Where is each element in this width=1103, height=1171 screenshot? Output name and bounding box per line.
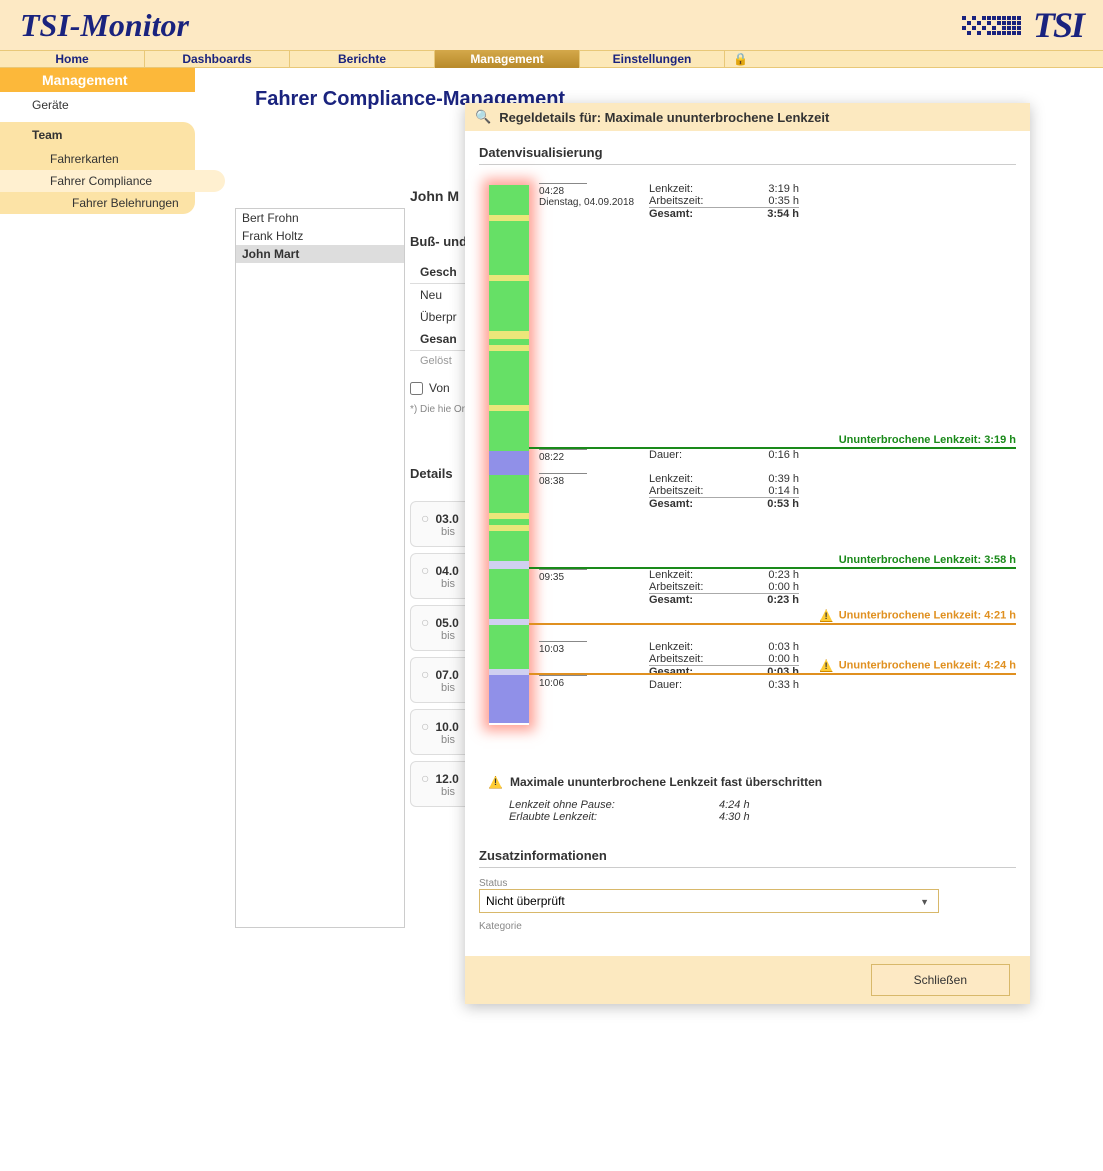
modal-body[interactable]: Datenvisualisierung: [465, 131, 1030, 956]
sidebar-title: Management: [0, 68, 195, 92]
sidebar-group-team: Team Fahrerkarten Fahrer Compliance Fahr…: [0, 122, 195, 214]
modal-header: 🔍 Regeldetails für: Maximale ununterbroc…: [465, 103, 1030, 131]
nav-dashboards[interactable]: Dashboards: [145, 50, 290, 68]
time-tick: 08:22: [539, 449, 587, 463]
driver-row[interactable]: Bert Frohn: [236, 209, 404, 227]
info-block: Dauer:0:33 h: [649, 679, 799, 691]
detail-date: 12.0: [435, 772, 458, 786]
radio-icon: ○: [421, 614, 429, 630]
warning-icon: !: [820, 609, 833, 622]
time-tick: 04:28 Dienstag, 04.09.2018: [539, 183, 587, 208]
driver-list[interactable]: Bert Frohn Frank Holtz John Mart: [235, 208, 405, 928]
radio-icon: ○: [421, 718, 429, 734]
status-label: Status: [479, 878, 1016, 889]
viz-section-title: Datenvisualisierung: [479, 145, 1016, 165]
category-label: Kategorie: [479, 921, 1016, 932]
tsi-logo: TSI: [962, 4, 1083, 46]
warning-icon: !: [820, 659, 833, 672]
app-title: TSI-Monitor: [20, 7, 189, 44]
time-tick: 10:06: [539, 675, 587, 689]
content-area: Fahrer Compliance-Management Bert Frohn …: [195, 68, 1103, 1168]
detail-date: 05.0: [435, 616, 458, 630]
warning-icon: !: [489, 776, 502, 789]
nav-reports[interactable]: Berichte: [290, 50, 435, 68]
detail-date: 03.0: [435, 512, 458, 526]
sidebar: Management Geräte Team Fahrerkarten Fahr…: [0, 68, 195, 1168]
marker-line: [529, 447, 1016, 449]
checkbox-von[interactable]: [410, 382, 423, 395]
info-block: Lenkzeit:0:39 h Arbeitszeit:0:14 h Gesam…: [649, 473, 799, 510]
lock-icon[interactable]: 🔒: [725, 52, 756, 66]
radio-icon: ○: [421, 510, 429, 526]
time-tick: 09:35: [539, 569, 587, 583]
main-nav: Home Dashboards Berichte Management Eins…: [0, 50, 1103, 68]
radio-icon: ○: [421, 770, 429, 786]
app-header: TSI-Monitor TSI: [0, 0, 1103, 50]
search-icon: 🔍: [475, 109, 491, 125]
sidebar-item-devices[interactable]: Geräte: [0, 92, 195, 118]
detail-date: 04.0: [435, 564, 458, 578]
close-button[interactable]: Schließen: [871, 964, 1010, 996]
radio-icon: ○: [421, 562, 429, 578]
marker-text: ! Ununterbrochene Lenkzeit: 4:21 h: [820, 609, 1016, 623]
driver-row[interactable]: Frank Holtz: [236, 227, 404, 245]
status-select[interactable]: Nicht überprüft: [479, 889, 939, 913]
rule-details-modal: 🔍 Regeldetails für: Maximale ununterbroc…: [465, 103, 1030, 1004]
marker-line: [529, 567, 1016, 569]
time-tick: 08:38: [539, 473, 587, 487]
sidebar-sub-cards[interactable]: Fahrerkarten: [0, 148, 195, 170]
nav-management[interactable]: Management: [435, 50, 580, 68]
marker-line: [529, 673, 1016, 675]
marker-text: Ununterbrochene Lenkzeit: 3:58 h: [839, 554, 1016, 567]
info-block: Lenkzeit:0:23 h Arbeitszeit:0:00 h Gesam…: [649, 569, 799, 606]
marker-line: [529, 623, 1016, 625]
visualization: 04:28 Dienstag, 04.09.2018 08:22 08:38 0…: [479, 175, 1016, 755]
sidebar-sub-compliance[interactable]: Fahrer Compliance: [0, 170, 225, 192]
marker-text: ! Ununterbrochene Lenkzeit: 4:24 h: [820, 659, 1016, 673]
nav-settings[interactable]: Einstellungen: [580, 50, 725, 68]
marker-text: Ununterbrochene Lenkzeit: 3:19 h: [839, 434, 1016, 447]
checkbox-label: Von: [429, 381, 450, 395]
activity-bar: [489, 185, 529, 725]
modal-footer: Schließen: [465, 956, 1030, 1004]
time-tick: 10:03: [539, 641, 587, 655]
detail-date: 07.0: [435, 668, 458, 682]
nav-home[interactable]: Home: [0, 50, 145, 68]
info-block: Lenkzeit:3:19 h Arbeitszeit:0:35 h Gesam…: [649, 183, 799, 220]
radio-icon: ○: [421, 666, 429, 682]
info-block: Dauer:0:16 h: [649, 449, 799, 461]
sidebar-group-team-title[interactable]: Team: [0, 122, 195, 148]
extra-section-title: Zusatzinformationen: [479, 848, 1016, 868]
driver-row[interactable]: John Mart: [236, 245, 404, 263]
warning-summary: ! Maximale ununterbrochene Lenkzeit fast…: [489, 775, 1016, 823]
detail-date: 10.0: [435, 720, 458, 734]
sidebar-sub-training[interactable]: Fahrer Belehrungen: [0, 192, 195, 214]
modal-title: Regeldetails für: Maximale ununterbroche…: [499, 110, 829, 125]
